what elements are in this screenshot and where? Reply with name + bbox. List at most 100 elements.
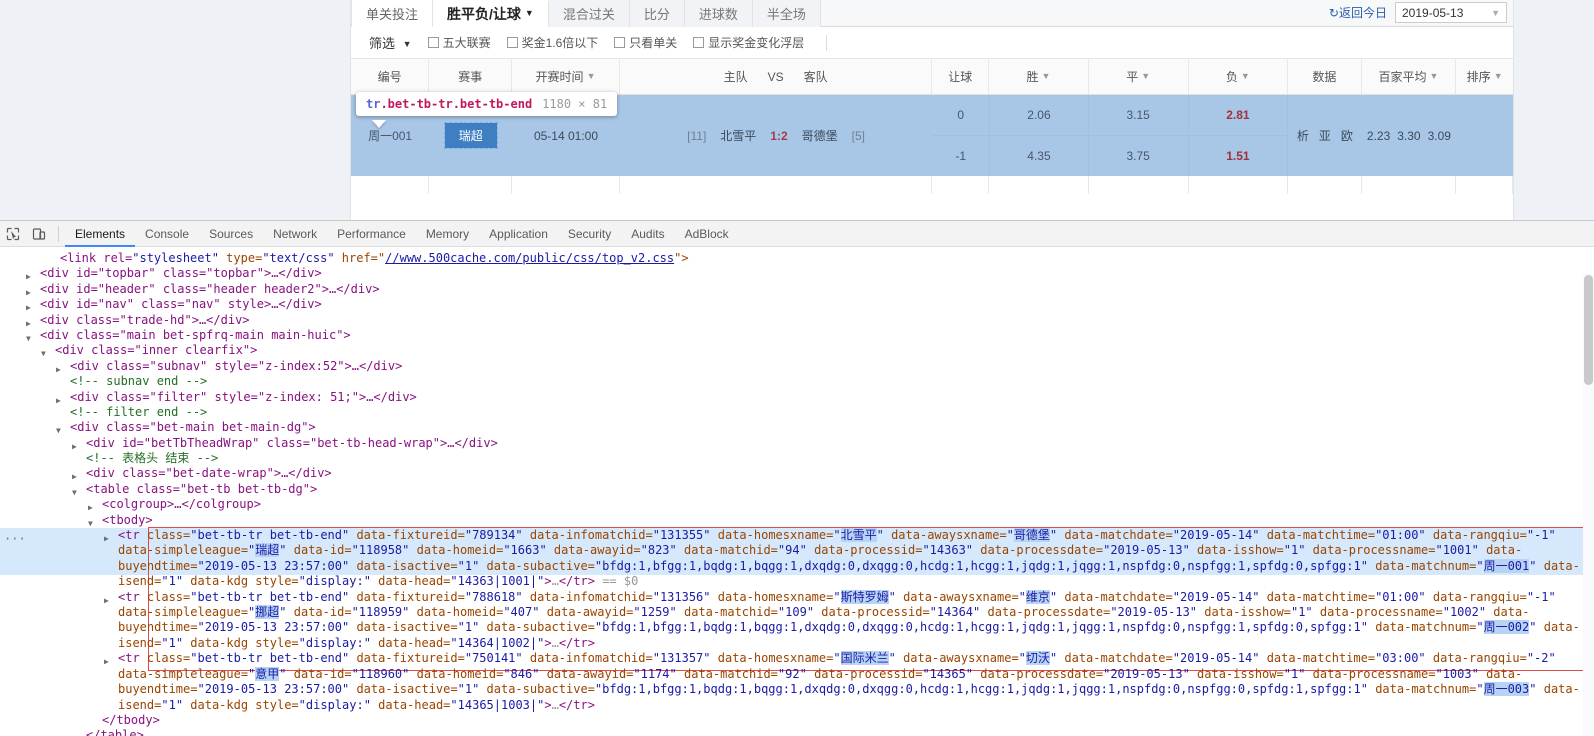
- col-header-draw[interactable]: 平 ▼: [1089, 59, 1189, 94]
- dom-line-close-table[interactable]: </table>: [0, 728, 1594, 736]
- col-header-sort[interactable]: 排序 ▼: [1456, 59, 1513, 94]
- tab-label: Elements: [75, 226, 126, 241]
- dom-line-subnav[interactable]: ▶ <div class="subnav" style="z-index:52">…: [0, 359, 1594, 374]
- device-toolbar-icon[interactable]: [26, 221, 52, 247]
- devtools-tab-adblock[interactable]: AdBlock: [675, 221, 739, 247]
- dom-line-tbody[interactable]: ▼ <tbody>: [0, 513, 1594, 528]
- dom-tree[interactable]: ··· <link rel="stylesheet" type="text/cs…: [0, 247, 1594, 736]
- code-text: </tbody>: [102, 712, 160, 727]
- checkbox-xianshi-fucheng[interactable]: 显示奖金变化浮层: [693, 34, 804, 51]
- dom-line-tr-1[interactable]: ▶ <tr class="bet-tb-tr bet-tb-end" data-…: [0, 528, 1594, 590]
- devtools-tab-elements[interactable]: Elements: [65, 221, 135, 247]
- dom-line-topbar[interactable]: ▶ <div id="topbar" class="topbar">…</div>: [0, 266, 1594, 281]
- dom-line-bet-main[interactable]: ▼ <div class="bet-main bet-main-dg">: [0, 420, 1594, 435]
- away-team[interactable]: 哥德堡: [802, 127, 838, 144]
- cell-odds-lose[interactable]: 2.81 1.51: [1188, 95, 1289, 176]
- tab-label: 混合过关: [562, 7, 615, 22]
- inspector-tooltip-arrow: [372, 120, 386, 128]
- css-href-link[interactable]: //www.500cache.com/public/css/top_v2.css: [385, 251, 674, 265]
- tab-bifen[interactable]: 比分: [629, 0, 685, 27]
- odd-draw[interactable]: 3.15: [1088, 95, 1188, 136]
- col-label-away: 客队: [803, 70, 828, 84]
- devtools-tab-sources[interactable]: Sources: [199, 221, 263, 247]
- code-text: </table>: [86, 728, 144, 736]
- devtools-tab-memory[interactable]: Memory: [416, 221, 479, 247]
- dom-line-header[interactable]: ▶ <div id="header" class="header header2"…: [0, 282, 1594, 297]
- dom-scrollbar-thumb[interactable]: [1584, 275, 1593, 385]
- devtools-tab-network[interactable]: Network: [263, 221, 327, 247]
- dom-line-link[interactable]: <link rel="stylesheet" type="text/css" h…: [0, 251, 1594, 266]
- col-label: 百家平均: [1378, 70, 1427, 84]
- code-text: <div id="header" class="header header2">…: [40, 281, 380, 296]
- cell-odds-win[interactable]: 2.06 4.35: [989, 95, 1089, 176]
- subnav: 单关投注 胜平负/让球 ▼ 混合过关 比分 进球数 半全场 ↻返回今日 2019…: [351, 0, 1513, 27]
- dom-line-trade-hd[interactable]: ▶ <div class="trade-hd">…</div>: [0, 313, 1594, 328]
- tab-label: Audits: [631, 226, 665, 241]
- filter-dropdown[interactable]: 筛选 ▼: [369, 33, 412, 52]
- chevron-down-icon: ▼: [1429, 70, 1439, 81]
- expand-triangle-icon[interactable]: ▶: [104, 654, 109, 669]
- odd-lose[interactable]: 2.81: [1188, 95, 1288, 136]
- tr-code-1: <tr class="bet-tb-tr bet-tb-end" data-fi…: [118, 528, 1580, 589]
- code-text: <table class="bet-tb bet-tb-dg">: [86, 481, 318, 496]
- tab-jinqiushu[interactable]: 进球数: [684, 0, 753, 27]
- link-european[interactable]: 欧: [1341, 127, 1353, 144]
- tab-banquanchang[interactable]: 半全场: [752, 0, 821, 27]
- tab-danguan-touzhu[interactable]: 单关投注: [351, 0, 434, 27]
- col-header-lose[interactable]: 负 ▼: [1189, 59, 1289, 94]
- col-header-average[interactable]: 百家平均 ▼: [1362, 59, 1457, 94]
- col-label: 开赛时间: [535, 70, 584, 84]
- devtools-tab-console[interactable]: Console: [135, 221, 199, 247]
- cell-odds-draw[interactable]: 3.15 3.75: [1088, 95, 1189, 176]
- back-to-today-link[interactable]: ↻返回今日: [1329, 4, 1387, 21]
- dom-line-filter[interactable]: ▶ <div class="filter" style="z-index: 51;…: [0, 390, 1594, 405]
- tab-label: 半全场: [766, 7, 806, 22]
- col-label: 胜: [1026, 70, 1039, 84]
- dom-line-tr-2[interactable]: ▶ <tr class="bet-tb-tr bet-tb-end" data-…: [0, 589, 1594, 652]
- odd-win[interactable]: 4.35: [990, 136, 1088, 176]
- dom-line-inner[interactable]: ▼ <div class="inner clearfix">: [0, 343, 1594, 358]
- inspect-element-icon[interactable]: [0, 221, 26, 247]
- checkbox-jiangjin16[interactable]: 奖金1.6倍以下: [506, 34, 598, 51]
- home-team[interactable]: 北雪平: [720, 127, 756, 144]
- dom-line-nav[interactable]: ▶ <div id="nav" class="nav" style>…</div>: [0, 297, 1594, 312]
- tab-hunhe-guoguan[interactable]: 混合过关: [548, 0, 630, 27]
- odd-lose[interactable]: 1.51: [1189, 136, 1288, 176]
- chevron-down-icon: ▼: [586, 70, 596, 81]
- dom-line-table[interactable]: ▼ <table class="bet-tb bet-tb-dg">: [0, 482, 1594, 497]
- col-label: 编号: [377, 70, 402, 84]
- dom-line-thead-wrap[interactable]: ▶ <div id="betTbTheadWrap" class="bet-tb-…: [0, 436, 1594, 451]
- devtools-tab-audits[interactable]: Audits: [621, 221, 674, 247]
- dom-line-date-wrap[interactable]: ▶ <div class="bet-date-wrap">…</div>: [0, 466, 1594, 481]
- odd-win[interactable]: 2.06: [990, 95, 1088, 136]
- col-header-number: 编号: [351, 59, 430, 94]
- tab-label: Application: [489, 226, 548, 241]
- link-asian[interactable]: 亚: [1319, 127, 1331, 144]
- divider: [58, 225, 59, 242]
- odd-draw[interactable]: 3.75: [1089, 136, 1188, 176]
- expand-triangle-icon[interactable]: ▶: [104, 531, 109, 546]
- expand-triangle-icon[interactable]: ▶: [104, 593, 109, 608]
- dom-line-comment-filter: <!-- filter end -->: [0, 405, 1594, 420]
- dom-line-tr-3[interactable]: ▶ <tr class="bet-tb-tr bet-tb-end" data-…: [0, 651, 1594, 713]
- devtools-tab-performance[interactable]: Performance: [327, 221, 416, 247]
- checkbox-wudalianse[interactable]: 五大联赛: [427, 34, 491, 51]
- chevron-down-icon: ▼: [1141, 70, 1151, 81]
- devtools-tab-security[interactable]: Security: [558, 221, 621, 247]
- checkbox-zhikan-danguan[interactable]: 只看单关: [614, 34, 677, 51]
- cell-data-links[interactable]: 析 亚 欧: [1288, 95, 1361, 176]
- devtools-tab-application[interactable]: Application: [479, 221, 558, 247]
- dom-line-colgroup[interactable]: ▶ <colgroup>…</colgroup>: [0, 497, 1594, 512]
- code-text: <div class="filter" style="z-index: 51;"…: [70, 389, 417, 404]
- divider: [826, 34, 828, 51]
- col-header-win[interactable]: 胜 ▼: [989, 59, 1089, 94]
- tab-label: Performance: [337, 226, 406, 241]
- tab-spf-rangqiu[interactable]: 胜平负/让球 ▼: [433, 0, 549, 27]
- date-select[interactable]: 2019-05-13 ▼: [1395, 2, 1507, 23]
- link-analysis[interactable]: 析: [1297, 127, 1309, 144]
- handicap-value: 0: [932, 95, 990, 136]
- col-header-time[interactable]: 开赛时间 ▼: [512, 59, 620, 94]
- dom-line-main[interactable]: ▼ <div class="main bet-spfrq-main main-hu…: [0, 328, 1594, 343]
- dom-line-close-tbody[interactable]: </tbody>: [0, 713, 1594, 728]
- tab-label: Memory: [425, 226, 470, 241]
